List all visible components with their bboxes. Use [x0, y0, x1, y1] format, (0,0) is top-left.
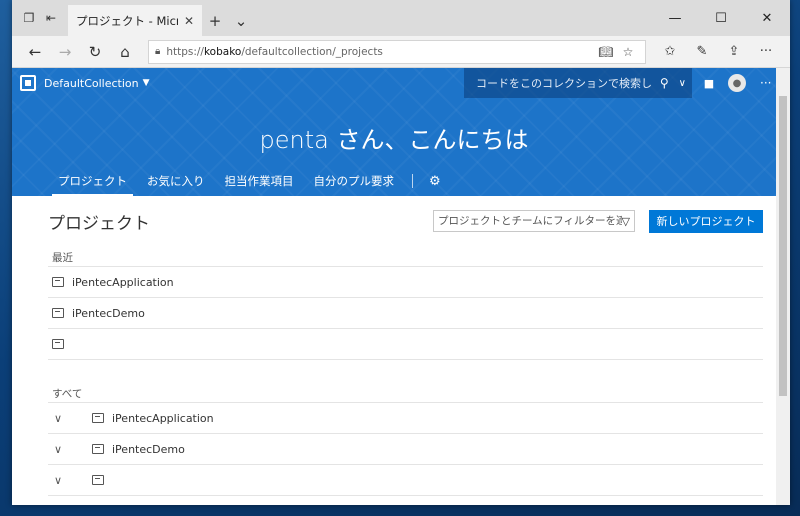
project-filter: ▽ [433, 210, 635, 232]
url-text[interactable]: https://kobako/defaultcollection/_projec… [166, 46, 595, 58]
page-viewport: DefaultCollection▼ ⚲ ∨ ■ ● ··· penta さん、… [12, 68, 776, 505]
lock-icon: 🔒︎ [155, 46, 161, 57]
projects-content: プロジェクト ▽ 新しいプロジェクト 最近 iPentecApplication… [12, 196, 776, 496]
refresh-icon[interactable]: ↻ [80, 38, 110, 66]
gear-icon[interactable]: ⚙ [421, 174, 449, 189]
filter-input[interactable] [438, 215, 622, 227]
tab-my-work-items[interactable]: 担当作業項目 [215, 166, 304, 196]
vertical-scrollbar[interactable] [776, 68, 790, 505]
search-icon[interactable]: ⚲ [660, 76, 669, 90]
forward-icon[interactable]: → [50, 38, 80, 66]
code-search-box: ⚲ ∨ [464, 68, 692, 98]
list-item[interactable]: iPentecApplication [48, 267, 763, 298]
expand-chevron-icon[interactable]: ∨ [52, 474, 82, 487]
minimize-icon[interactable]: — [652, 0, 698, 36]
project-icon [52, 277, 64, 287]
chevron-down-icon: ▼ [142, 78, 150, 88]
web-note-pen-icon[interactable]: ✎ [686, 38, 718, 66]
project-icon [92, 475, 104, 485]
tab-my-pull-requests[interactable]: 自分のプル要求 [304, 166, 405, 196]
tab-close-icon[interactable]: ✕ [184, 14, 194, 28]
collection-selector[interactable]: DefaultCollection ▼ [44, 77, 150, 90]
home-icon[interactable]: ⌂ [110, 38, 140, 66]
tab-strip: ❐ ⇤ プロジェクト - Microsoft Te ✕ + ⌄ — ☐ ✕ [12, 0, 790, 36]
project-name[interactable]: iPentecDemo [112, 443, 185, 456]
hero-banner: DefaultCollection▼ ⚲ ∨ ■ ● ··· penta さん、… [12, 68, 776, 196]
tab-divider [412, 174, 413, 188]
page-title: プロジェクト [48, 213, 150, 234]
more-options-icon[interactable]: ··· [750, 38, 782, 66]
project-icon [52, 339, 64, 349]
tab-preview-icon[interactable]: ❐ [18, 7, 40, 29]
code-search-input[interactable] [476, 76, 654, 90]
project-icon [92, 413, 104, 423]
header-more-icon[interactable]: ··· [760, 76, 771, 90]
vsts-logo-icon[interactable] [20, 75, 36, 91]
tab-title: プロジェクト - Microsoft Te [76, 13, 178, 28]
greeting: penta さん、こんにちは [259, 126, 529, 154]
tab-projects[interactable]: プロジェクト [48, 166, 137, 196]
share-icon[interactable]: ⇪ [718, 38, 750, 66]
expand-chevron-icon[interactable]: ∨ [52, 443, 82, 456]
filter-funnel-icon[interactable]: ▽ [622, 215, 630, 228]
list-item[interactable]: iPentecDemo [48, 298, 763, 329]
project-name[interactable]: iPentecApplication [112, 412, 214, 425]
browser-tab[interactable]: プロジェクト - Microsoft Te ✕ [68, 5, 202, 36]
tab-list-chevron-icon[interactable]: ⌄ [228, 5, 254, 36]
table-row[interactable]: ∨ iPentecDemo [48, 434, 763, 465]
list-item[interactable] [48, 329, 763, 360]
close-window-icon[interactable]: ✕ [744, 0, 790, 36]
maximize-icon[interactable]: ☐ [698, 0, 744, 36]
address-bar: ← → ↻ ⌂ 🔒︎ https://kobako/defaultcollect… [12, 36, 790, 68]
scrollbar-thumb[interactable] [779, 96, 787, 396]
project-name[interactable]: iPentecDemo [72, 307, 145, 320]
table-row[interactable]: ∨ [48, 465, 763, 496]
project-icon [52, 308, 64, 318]
tab-favorites[interactable]: お気に入り [137, 166, 215, 196]
reading-view-icon[interactable]: 📖︎ [595, 45, 617, 59]
expand-chevron-icon[interactable]: ∨ [52, 412, 82, 425]
set-aside-tabs-icon[interactable]: ⇤ [40, 7, 62, 29]
table-row[interactable]: ∨ iPentecApplication [48, 403, 763, 434]
search-type-chevron-icon[interactable]: ∨ [679, 78, 686, 89]
favorite-star-icon[interactable]: ☆ [617, 45, 639, 59]
hero-tabs: プロジェクト お気に入り 担当作業項目 自分のプル要求 ⚙ [48, 166, 449, 196]
browser-window: ❐ ⇤ プロジェクト - Microsoft Te ✕ + ⌄ — ☐ ✕ ← … [12, 0, 790, 505]
favorites-hub-icon[interactable]: ✩ [654, 38, 686, 66]
all-project-list: ∨ iPentecApplication ∨ iPentecDemo ∨ [48, 402, 763, 496]
all-section-label: すべて [52, 388, 83, 400]
new-tab-icon[interactable]: + [202, 5, 228, 36]
back-icon[interactable]: ← [20, 38, 50, 66]
recent-project-list: iPentecApplication iPentecDemo [48, 266, 763, 360]
project-icon [92, 444, 104, 454]
url-field[interactable]: 🔒︎ https://kobako/defaultcollection/_pro… [148, 39, 646, 64]
project-name[interactable]: iPentecApplication [72, 276, 174, 289]
recent-section-label: 最近 [52, 252, 73, 264]
marketplace-bag-icon[interactable]: ■ [700, 77, 718, 90]
avatar[interactable]: ● [728, 74, 746, 92]
new-project-button[interactable]: 新しいプロジェクト [649, 209, 763, 233]
